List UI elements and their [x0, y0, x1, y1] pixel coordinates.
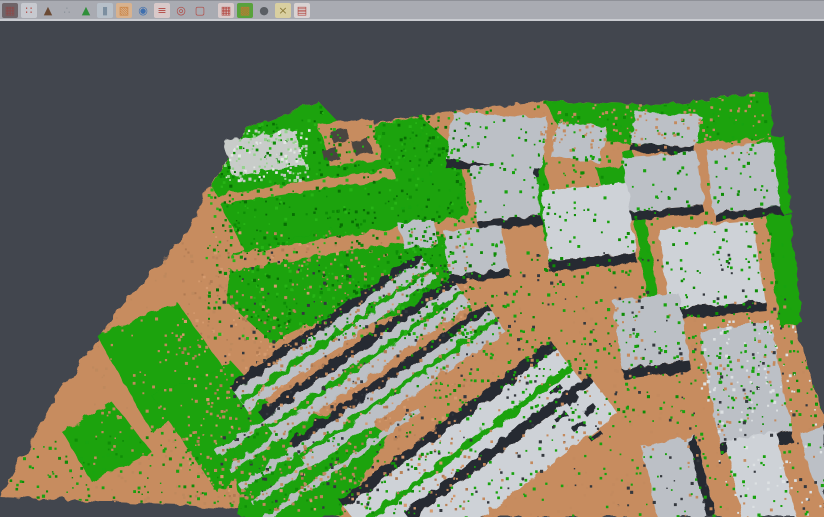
- main-toolbar: ▦ ∷ ▲ ∴ ▲ ▮ ▧ ◉ ≡ ◎ ▢ ▦ ▩ ● × ▤: [0, 0, 824, 21]
- target-button[interactable]: ◎: [173, 3, 189, 18]
- terrain-brown-button[interactable]: ▲: [40, 3, 56, 18]
- points-button[interactable]: ∴: [59, 3, 75, 18]
- points-icon: ∴: [64, 5, 71, 16]
- classified-cloud-icon: ▩: [240, 5, 250, 16]
- classified-cloud-button[interactable]: ▩: [237, 3, 253, 18]
- dark-tile-button[interactable]: ▦: [2, 3, 18, 18]
- globe-button[interactable]: ◉: [135, 3, 151, 18]
- terrain-green-button[interactable]: ▲: [78, 3, 94, 18]
- orange-tile-button[interactable]: ▧: [116, 3, 132, 18]
- application-window: ▦ ∷ ▲ ∴ ▲ ▮ ▧ ◉ ≡ ◎ ▢ ▦ ▩ ● × ▤: [0, 0, 824, 517]
- sphere-button[interactable]: ●: [256, 3, 272, 18]
- point-cloud-scene: [0, 0, 824, 517]
- split-points-button[interactable]: ∷: [21, 3, 37, 18]
- cross-section-button[interactable]: ×: [275, 3, 291, 18]
- dark-tile-icon: ▦: [5, 5, 15, 16]
- red-bars-icon: ▤: [297, 5, 307, 16]
- red-list-icon: ≡: [157, 5, 166, 16]
- split-points-icon: ∷: [26, 5, 33, 16]
- viewport-3d[interactable]: [0, 0, 824, 517]
- red-bars-button[interactable]: ▤: [294, 3, 310, 18]
- globe-icon: ◉: [138, 5, 148, 16]
- terrain-brown-icon: ▲: [44, 5, 52, 16]
- terrain-green-icon: ▲: [82, 5, 90, 16]
- red-list-button[interactable]: ≡: [154, 3, 170, 18]
- extent-button[interactable]: ▢: [192, 3, 208, 18]
- extent-icon: ▢: [195, 5, 205, 16]
- raster-grid-icon: ▦: [221, 5, 231, 16]
- raster-grid-button[interactable]: ▦: [218, 3, 234, 18]
- target-icon: ◎: [176, 5, 186, 16]
- sphere-icon: ●: [259, 5, 269, 16]
- profile-button[interactable]: ▮: [97, 3, 113, 18]
- cross-section-icon: ×: [278, 5, 287, 16]
- orange-tile-icon: ▧: [119, 5, 129, 16]
- profile-icon: ▮: [102, 5, 108, 16]
